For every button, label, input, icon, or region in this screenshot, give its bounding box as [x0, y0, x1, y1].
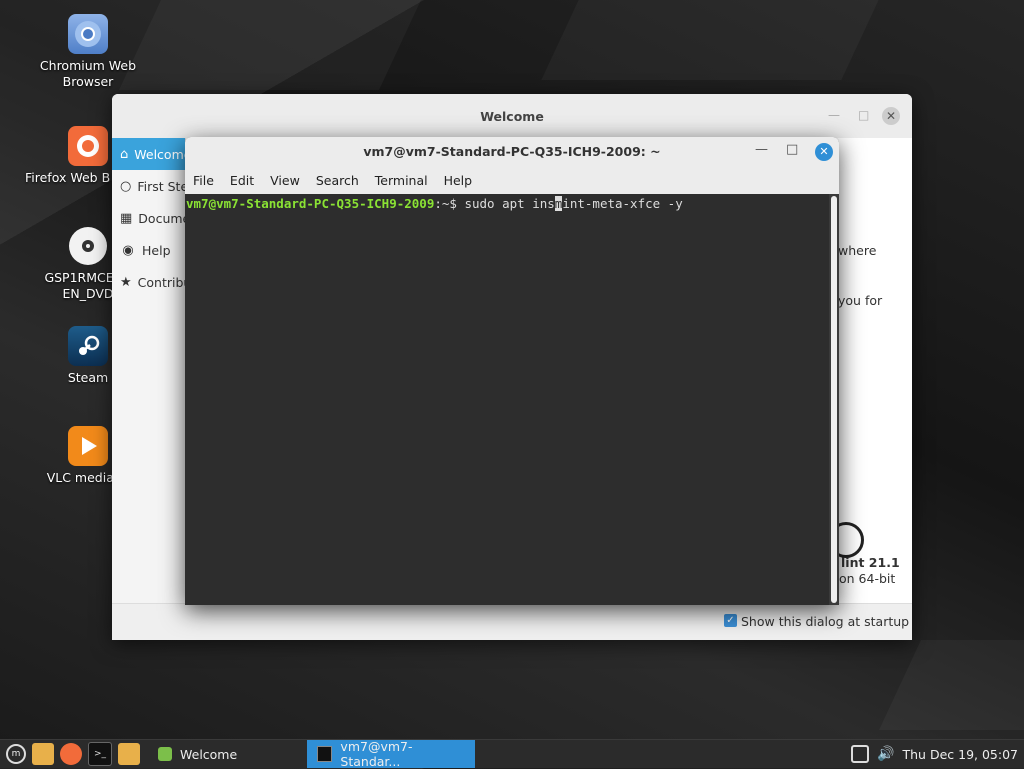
firefox-icon[interactable]	[60, 743, 82, 765]
terminal-scrollbar[interactable]	[829, 194, 839, 605]
menu-help[interactable]: Help	[444, 173, 473, 188]
desktop-icon-chromium[interactable]: Chromium Web Browser	[33, 14, 143, 90]
clock[interactable]: Thu Dec 19, 05:07	[903, 747, 1019, 762]
welcome-footer: ✓ Show this dialog at startup	[112, 603, 912, 640]
volume-icon[interactable]: 🔊	[877, 746, 894, 762]
minimize-icon[interactable]: —	[828, 108, 840, 122]
sidebar-item-label: Welcome	[134, 146, 185, 162]
taskbar-window-label: vm7@vm7-Standar...	[340, 739, 413, 769]
command-text: int-meta-xfce -y	[562, 196, 683, 211]
terminal-prompt: vm7@vm7-Standard-PC-Q35-ICH9-2009	[186, 196, 435, 211]
welcome-titlebar[interactable]: Welcome — □ ✕	[112, 94, 912, 138]
show-on-startup-label[interactable]: Show this dialog at startup	[741, 614, 909, 629]
menu-view[interactable]: View	[270, 173, 300, 188]
help-icon: ◉	[122, 242, 134, 258]
files-icon[interactable]	[32, 743, 54, 765]
terminal-window: vm7@vm7-Standard-PC-Q35-ICH9-2009: ~ — □…	[185, 137, 839, 605]
taskbar-window-terminal[interactable]: vm7@vm7-Standar...	[307, 739, 476, 769]
dvd-icon	[68, 226, 108, 266]
steam-icon	[68, 326, 108, 366]
terminal-icon[interactable]: >_	[88, 742, 112, 766]
sidebar-item-first-steps[interactable]: ○ First Steps	[112, 170, 185, 202]
command-text: sudo apt ins	[464, 196, 555, 211]
sidebar-item-label: Documentation	[138, 210, 185, 226]
close-icon[interactable]: ✕	[882, 107, 900, 125]
welcome-body-text: where	[838, 243, 877, 258]
sidebar-item-documentation[interactable]: ▦ Documentation	[112, 202, 185, 234]
sidebar-item-label: Contribute	[137, 274, 185, 290]
close-icon[interactable]: ✕	[815, 143, 833, 161]
book-icon: ▦	[120, 210, 133, 226]
welcome-sidebar: ⌂ Welcome ○ First Steps ▦ Documentation …	[112, 138, 186, 604]
maximize-icon[interactable]: □	[858, 108, 869, 122]
prompt-suffix: :~$	[434, 196, 465, 211]
terminal-titlebar[interactable]: vm7@vm7-Standard-PC-Q35-ICH9-2009: ~ — □…	[185, 137, 839, 166]
taskbar-window-label: Welcome	[180, 746, 238, 762]
show-on-startup-checkbox[interactable]: ✓	[724, 614, 737, 627]
edition-label: on 64-bit	[839, 571, 896, 586]
terminal-icon	[317, 746, 333, 762]
terminal-output[interactable]: vm7@vm7-Standard-PC-Q35-ICH9-2009:~$ sud…	[185, 194, 829, 605]
terminal-menubar: File Edit View Search Terminal Help	[185, 166, 839, 194]
menu-edit[interactable]: Edit	[230, 173, 254, 188]
taskbar: m >_ Welcome vm7@vm7-Standar... 🔊 Thu De…	[0, 739, 1024, 769]
scrollbar-thumb[interactable]	[831, 196, 837, 603]
firefox-icon	[68, 126, 108, 166]
menu-search[interactable]: Search	[316, 173, 359, 188]
sidebar-item-welcome[interactable]: ⌂ Welcome	[112, 138, 185, 170]
taskbar-window-welcome[interactable]: Welcome	[148, 740, 247, 768]
desktop-icon-label: Chromium Web	[39, 58, 137, 73]
sidebar-item-contribute[interactable]: ★ Contribute	[112, 266, 185, 298]
desktop-icon-label: Browser	[62, 74, 114, 89]
star-icon: ★	[120, 274, 132, 290]
mint-welcome-icon	[158, 747, 172, 761]
network-icon[interactable]	[851, 745, 870, 763]
home-icon: ⌂	[120, 146, 129, 162]
menu-file[interactable]: File	[193, 173, 214, 188]
sidebar-item-label: First Steps	[137, 178, 185, 194]
lightbulb-icon: ○	[120, 178, 132, 194]
chromium-icon	[68, 14, 108, 54]
mint-menu-icon[interactable]: m	[6, 744, 26, 764]
sidebar-item-help[interactable]: ◉ Help	[112, 234, 185, 266]
mint-version: lint 21.1	[841, 555, 900, 570]
terminal-title: vm7@vm7-Standard-PC-Q35-ICH9-2009: ~	[363, 144, 661, 159]
welcome-body-text: you for	[838, 293, 883, 308]
sidebar-item-label: Help	[142, 242, 171, 258]
welcome-title: Welcome	[480, 109, 544, 124]
folder-icon[interactable]	[118, 743, 140, 765]
minimize-icon[interactable]: —	[755, 142, 768, 157]
vlc-icon	[68, 426, 108, 466]
system-tray: 🔊 Thu Dec 19, 05:07	[851, 740, 1018, 768]
maximize-icon[interactable]: □	[786, 142, 798, 157]
menu-terminal[interactable]: Terminal	[375, 173, 428, 188]
